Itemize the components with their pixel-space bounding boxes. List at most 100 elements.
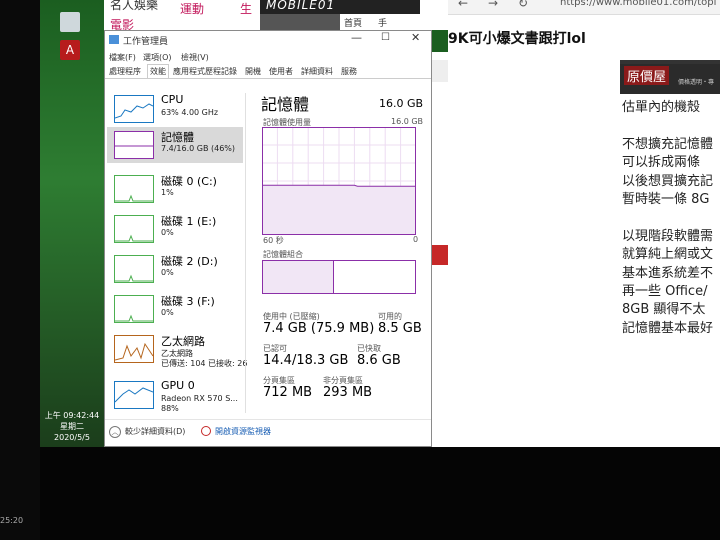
- sidebar-item-title: 記憶體: [161, 131, 194, 144]
- tab-bar: 處理程序 效能 應用程式歷程記錄 開機 使用者 詳細資料 服務: [105, 64, 431, 79]
- disk-thumbnail-line: [115, 194, 153, 202]
- resource-monitor-icon: [201, 426, 211, 436]
- article-line: 不想擴充記憶體: [622, 136, 714, 152]
- back-icon[interactable]: ←: [458, 0, 468, 10]
- left-timestamp: 25:20: [0, 516, 24, 525]
- sidebar-item-cpu[interactable]: CPU 63% 4.00 GHz: [107, 91, 243, 127]
- sidebar-item-memory[interactable]: 記憶體 7.4/16.0 GB (46%): [107, 127, 243, 163]
- sidebar-item-disk1[interactable]: 磁碟 1 (E:) 0%: [107, 211, 243, 247]
- memory-thumbnail-graph: [114, 131, 154, 159]
- address-bar[interactable]: https://www.mobile01.com/topi: [560, 0, 716, 8]
- title-bar[interactable]: 工作管理員 — ☐ ✕: [105, 31, 431, 49]
- sidebar-item-title: GPU 0: [161, 379, 195, 392]
- disk-thumbnail-graph: [114, 295, 154, 323]
- cached-value: 8.6 GB: [357, 353, 401, 368]
- maximize-icon[interactable]: ☐: [381, 32, 390, 43]
- memory-usage-graph: [262, 127, 416, 235]
- tab-processes[interactable]: 處理程序: [109, 66, 141, 77]
- paged-pool-value: 712 MB: [263, 385, 313, 400]
- menu-options[interactable]: 選項(O): [143, 52, 172, 63]
- article-line: 8GB 顯得不太: [622, 302, 706, 318]
- clock-date: 2020/5/5: [54, 433, 90, 442]
- brand-sub-overlay: 價格透明・專: [678, 79, 715, 86]
- close-icon[interactable]: ✕: [411, 31, 420, 44]
- disk-thumbnail-graph: [114, 215, 154, 243]
- sidebar-item-detail: 0%: [161, 308, 174, 317]
- desktop-app-icon[interactable]: [60, 12, 80, 32]
- taskbar-clock[interactable]: 上午 09:42:44 星期二 2020/5/5: [40, 410, 104, 450]
- sidebar-item-detail: 7.4/16.0 GB (46%): [161, 144, 236, 153]
- sidebar-item-detail: 88%: [161, 404, 179, 413]
- disk-thumbnail-line: [115, 274, 153, 282]
- nav-home[interactable]: 首頁: [344, 16, 362, 29]
- cpu-thumbnail-graph: [114, 95, 154, 123]
- tab-services[interactable]: 服務: [341, 66, 357, 77]
- sidebar-item-title: CPU: [161, 93, 184, 106]
- graph-time-left: 60 秒: [263, 236, 284, 245]
- sidebar-item-detail: 已傳送: 104 已接收: 26: [161, 359, 248, 368]
- memory-heading: 記憶體: [261, 95, 310, 114]
- graph-time-right: 0: [413, 235, 419, 244]
- tab-performance[interactable]: 效能: [147, 64, 169, 78]
- open-resource-monitor-link[interactable]: 開啟資源監視器: [215, 426, 271, 437]
- sidebar-item-ethernet[interactable]: 乙太網路 乙太網路 已傳送: 104 已接收: 26: [107, 331, 247, 368]
- sidebar-item-disk3[interactable]: 磁碟 3 (F:) 0%: [107, 291, 243, 327]
- minimize-icon[interactable]: —: [351, 31, 362, 44]
- sidebar-item-title: 磁碟 3 (F:): [161, 295, 215, 308]
- memory-usage-chart: [262, 127, 416, 235]
- bg-text: 運動: [180, 2, 205, 16]
- forward-icon[interactable]: →: [488, 0, 498, 10]
- article-line: 以後想買擴充記: [622, 173, 714, 189]
- article-title: 9K可小爆文書跟打lol: [448, 31, 586, 47]
- menu-file[interactable]: 檔案(F): [109, 52, 136, 63]
- article-line: 再一些 Office/: [622, 284, 708, 299]
- adobe-icon[interactable]: A: [60, 40, 80, 60]
- menu-view[interactable]: 檢視(V): [181, 52, 209, 63]
- fewer-details-button[interactable]: 較少詳細資料(D): [125, 426, 185, 437]
- tab-startup[interactable]: 開機: [245, 66, 261, 77]
- browser-window[interactable]: ← → ↻ https://www.mobile01.com/topi 9K可小…: [448, 0, 720, 447]
- tab-app-history[interactable]: 應用程式歷程記錄: [173, 66, 237, 77]
- sidebar-item-title: 磁碟 0 (C:): [161, 175, 217, 188]
- article-line: 可以拆成兩條: [622, 155, 701, 171]
- desktop-left-strip: [0, 0, 40, 540]
- available-value: 8.5 GB: [378, 321, 422, 336]
- sidebar-item-gpu[interactable]: GPU 0 Radeon RX 570 S... 88%: [107, 377, 243, 413]
- usage-area: [263, 185, 415, 234]
- chevron-up-icon[interactable]: ︿: [109, 426, 121, 438]
- menu-bar: 檔案(F) 選項(O) 檢視(V): [105, 50, 431, 64]
- clock-time: 上午 09:42:44: [44, 411, 100, 420]
- desktop-wallpaper: A: [40, 0, 104, 447]
- background-window-news[interactable]: 名人娛樂 電影 運動 生: [104, 0, 260, 34]
- disk-thumbnail-line: [115, 234, 153, 242]
- taskmgr-icon: [109, 35, 119, 44]
- in-use-value: 7.4 GB (75.9 MB): [263, 321, 375, 336]
- sidebar-item-disk0[interactable]: 磁碟 0 (C:) 1%: [107, 171, 243, 207]
- bg-text: 名人娛樂: [110, 0, 159, 12]
- ethernet-thumbnail-line: [114, 342, 154, 361]
- tab-details[interactable]: 詳細資料: [301, 66, 333, 77]
- bg-text: 生: [240, 2, 253, 16]
- refresh-icon[interactable]: ↻: [518, 0, 528, 10]
- sidebar-item-disk2[interactable]: 磁碟 2 (D:) 0%: [107, 251, 243, 287]
- cpu-thumbnail-line: [114, 103, 154, 119]
- sidebar-item-detail: 0%: [161, 268, 174, 277]
- article-line: 暫時裝一條 8G: [622, 192, 710, 207]
- article-line: 記憶體基本最好: [622, 320, 714, 336]
- sidebar-divider: [245, 93, 246, 413]
- task-manager-window[interactable]: 工作管理員 — ☐ ✕ 檔案(F) 選項(O) 檢視(V) 處理程序 效能 應用…: [104, 30, 432, 447]
- gpu-thumbnail-line: [114, 387, 154, 403]
- nav-phone[interactable]: 手: [378, 16, 387, 29]
- committed-value: 14.4/18.3 GB: [263, 353, 349, 368]
- composition-label: 記憶體組合: [263, 250, 303, 259]
- sidebar-item-detail: 0%: [161, 228, 174, 237]
- mobile01-logo: MOBILE01: [266, 0, 336, 12]
- tab-users[interactable]: 使用者: [269, 66, 293, 77]
- article-line: 基本進系統差不: [622, 265, 714, 281]
- sidebar-item-title: 磁碟 2 (D:): [161, 255, 218, 268]
- url-text: https://www.mobile01.com/topi: [560, 0, 717, 8]
- article-line: 就算純上網或文: [622, 247, 714, 263]
- memory-total: 16.0 GB: [379, 97, 424, 110]
- sidebar-item-title: 磁碟 1 (E:): [161, 215, 217, 228]
- composition-in-use: [263, 261, 334, 293]
